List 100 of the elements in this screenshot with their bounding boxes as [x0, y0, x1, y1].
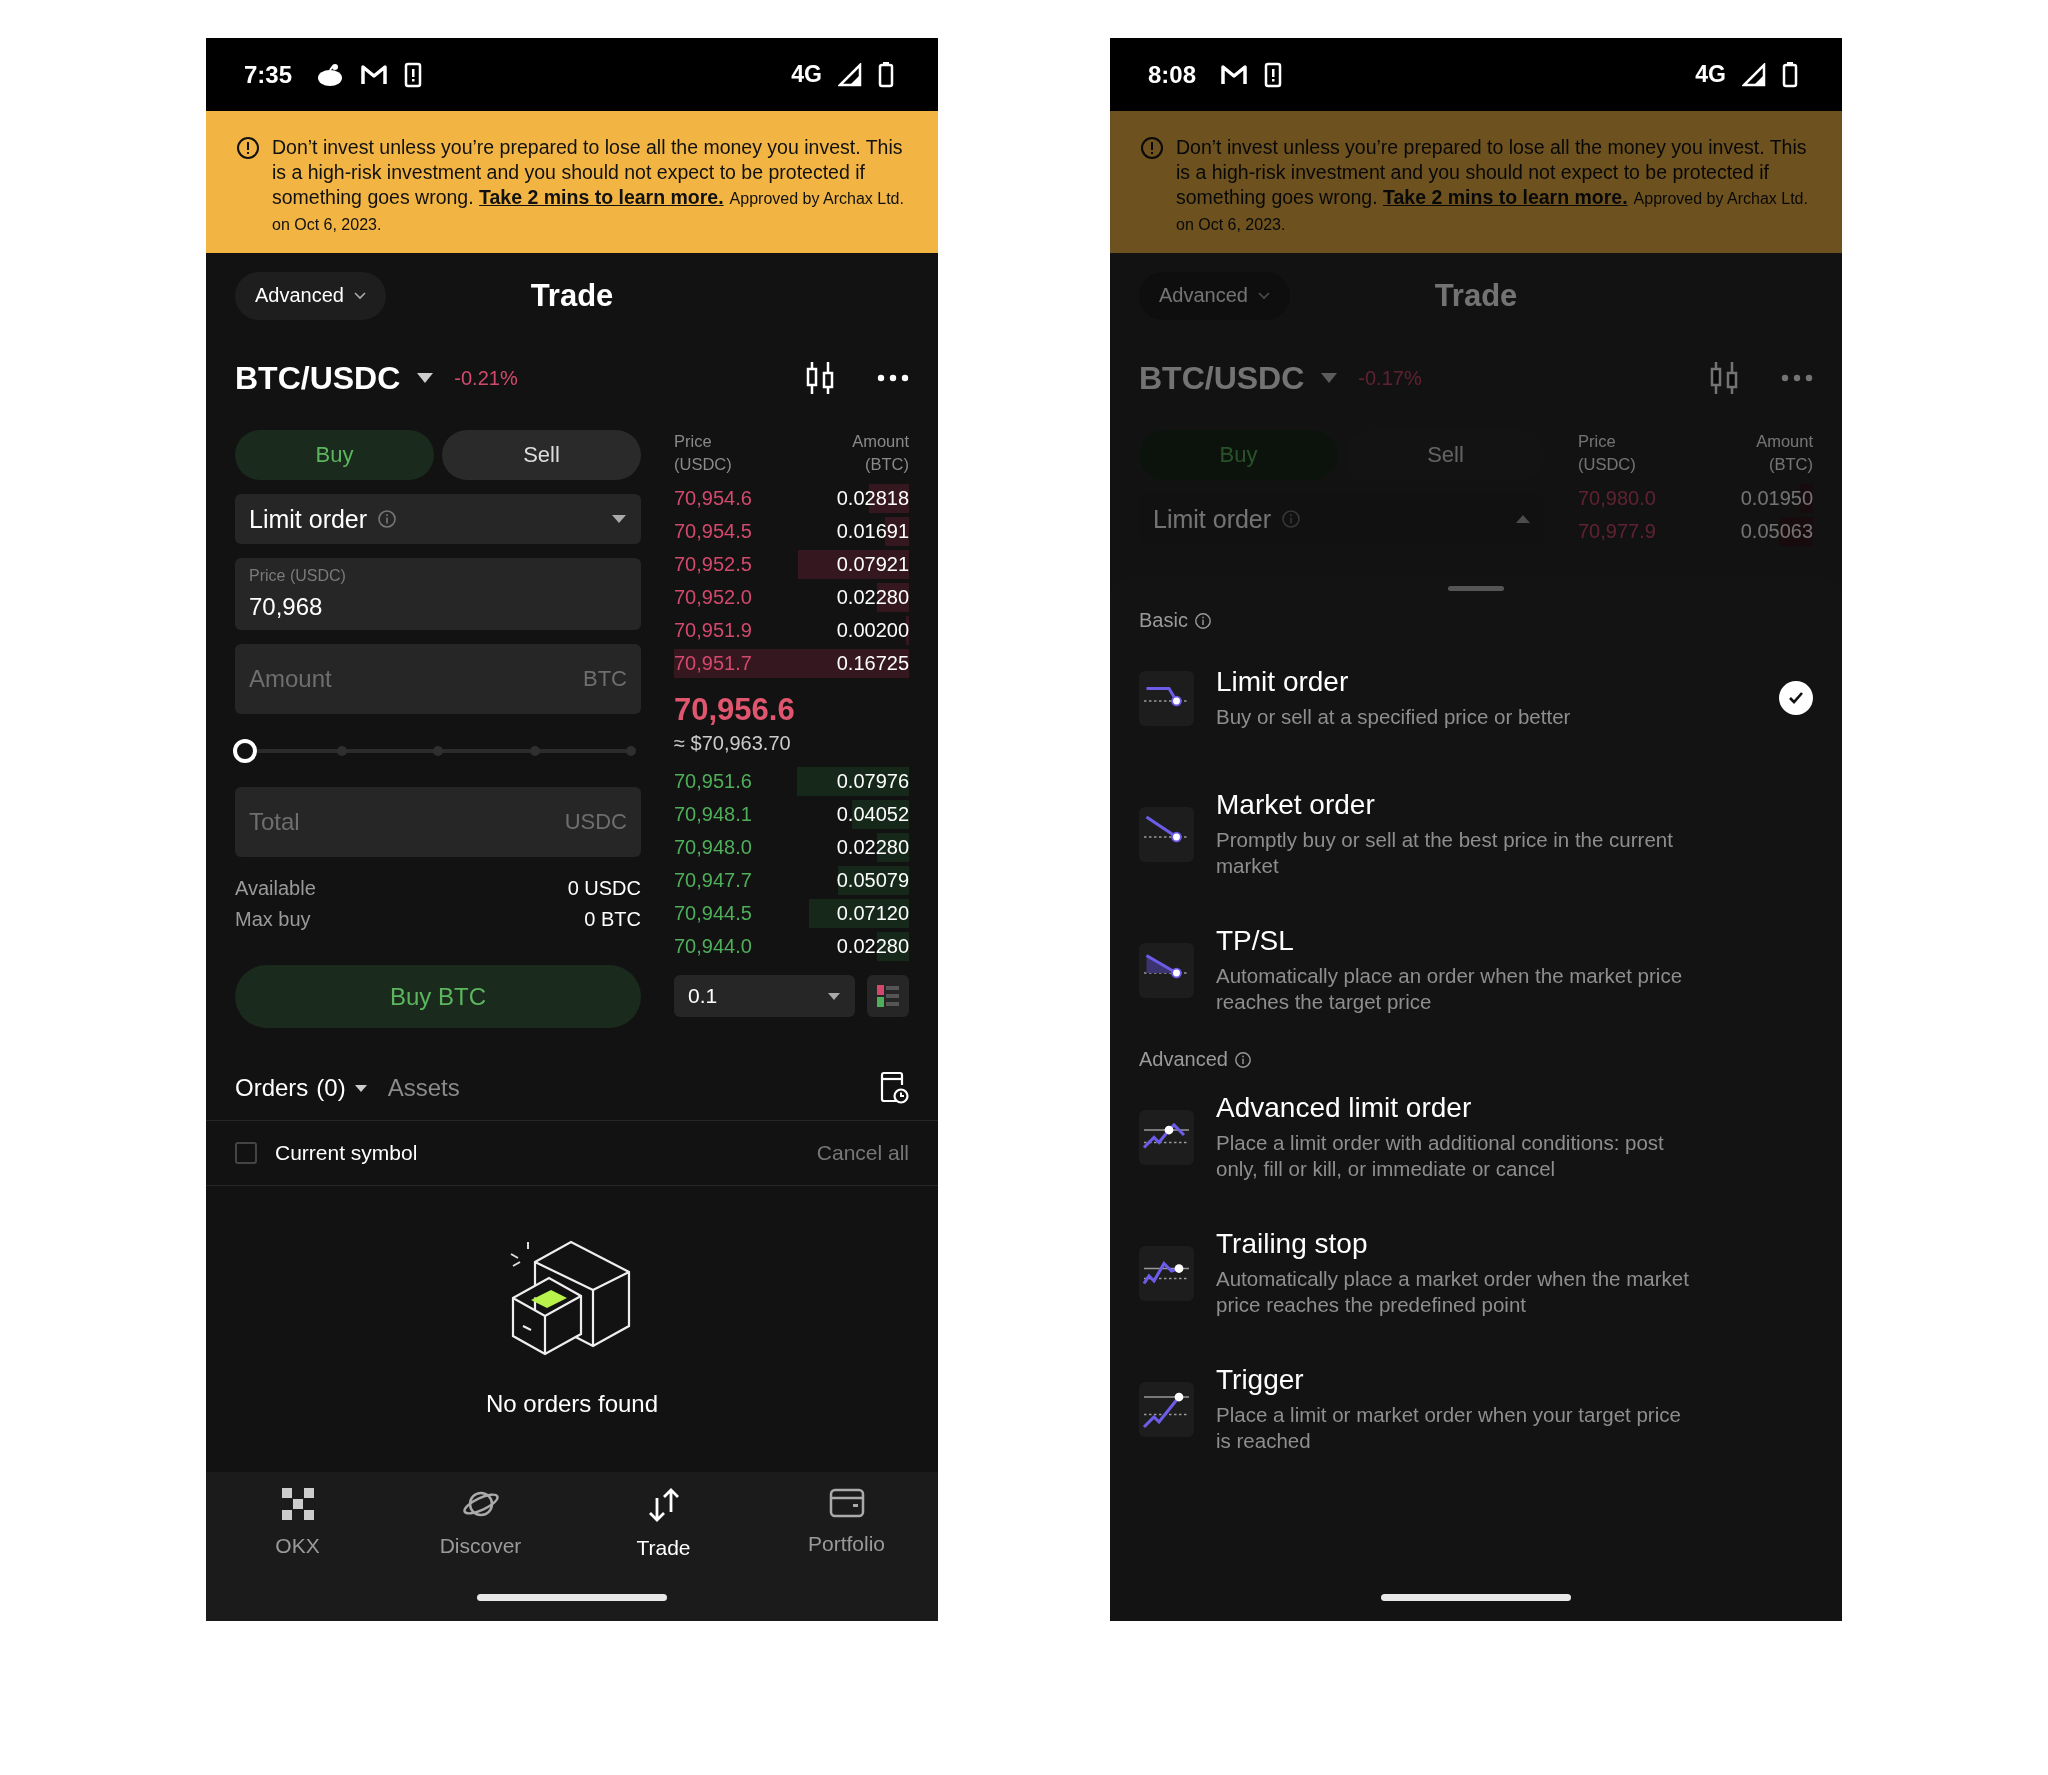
order-type-option[interactable]: Limit order Buy or sell at a specified price or better: [1139, 640, 1813, 756]
unit-label: BTC: [583, 666, 627, 692]
order-book-row[interactable]: 70,954.6 0.02818: [674, 482, 909, 515]
order-book-row[interactable]: 70,954.5 0.01691: [674, 515, 909, 548]
nav-tab[interactable]: Portfolio: [755, 1486, 938, 1560]
caret-icon[interactable]: [416, 372, 435, 384]
order-type-option[interactable]: Trailing stop Automatically place a market order when the market price reaches the predefined point: [1139, 1215, 1813, 1331]
price-change: -0.21%: [454, 366, 518, 390]
risk-warning-text: Don’t invest unless you’re prepared to lose all the money you invest. This is a high-risk investment and you should not expect to be protected if something goes wrong. Take 2 mins to learn more. Approved by Archax Ltd. on Oct 6, 2023.: [272, 135, 905, 235]
option-title: TP/SL: [1216, 925, 1295, 957]
order-book-row[interactable]: 70,947.7 0.05079: [674, 864, 909, 897]
field-label: Price (USDC): [249, 567, 346, 585]
order-book-row[interactable]: 70,948.0 0.02280: [674, 831, 909, 864]
option-title: Market order: [1216, 789, 1376, 821]
book-view-button[interactable]: [867, 975, 909, 1017]
buy-button[interactable]: Buy BTC: [235, 965, 641, 1028]
option-description: Automatically place a market order when the market price reaches the predefined point: [1216, 1266, 1690, 1318]
section-title: Basic: [1139, 609, 1188, 632]
depth-dropdown[interactable]: 0.1: [674, 975, 855, 1017]
checkbox[interactable]: [235, 1142, 257, 1164]
wallet-icon: [827, 1486, 866, 1520]
option-description: Promptly buy or sell at the best price in the current market: [1216, 827, 1674, 879]
phone-alert-icon: [404, 61, 423, 88]
order-book-row[interactable]: 70,952.0 0.02280: [674, 581, 909, 614]
option-title: Trigger: [1216, 1364, 1305, 1396]
order-book-row[interactable]: 70,951.6 0.07976: [674, 765, 909, 798]
mode-dropdown[interactable]: Advanced: [235, 271, 386, 320]
caret-icon: [611, 514, 627, 524]
risk-warning-text: Don’t invest unless you’re prepared to lose all the money you invest. This is a high-risk investment and you should not expect to be protected if something goes wrong. Take 2 mins to learn more. Approved by Archax Ltd. on Oct 6, 2023.: [1176, 135, 1809, 235]
battery-icon: [878, 61, 894, 88]
option-description: Automatically place an order when the market price reaches the target price: [1216, 963, 1684, 1015]
order-book-row[interactable]: 70,951.9 0.00200: [674, 614, 909, 647]
order-type-option[interactable]: TP/SL Automatically place an order when the market price reaches the target price: [1139, 912, 1813, 1028]
caret-icon: [827, 991, 841, 1001]
ask-price: 70,980.0: [1578, 487, 1656, 510]
ask-price: 70,977.9: [1578, 520, 1656, 543]
column-header: Amount (BTC): [852, 431, 909, 475]
mascot-icon: [316, 62, 345, 87]
checkbox-label: Current symbol: [275, 1141, 418, 1165]
order-book-row[interactable]: 70,952.5 0.07921: [674, 548, 909, 581]
balance-label: Max buy: [235, 908, 311, 931]
side-tab[interactable]: Sell: [442, 430, 641, 480]
nav-tab[interactable]: Discover: [389, 1486, 572, 1560]
info-icon: [1233, 1050, 1252, 1069]
bid-price: 70,948.0: [674, 836, 752, 859]
order-type-option[interactable]: Market order Promptly buy or sell at the best price in the current market: [1139, 776, 1813, 892]
unit-label: USDC: [564, 809, 627, 835]
last-price: 70,956.6: [674, 692, 796, 728]
side-tab[interactable]: Buy: [235, 430, 434, 480]
chevron-icon: [1257, 291, 1270, 300]
order-book-row[interactable]: 70,980.0 0.01950: [1578, 482, 1813, 515]
order-type-option[interactable]: Advanced limit order Place a limit order with additional conditions: post only, fill or kill, or immediate or cancel: [1139, 1079, 1813, 1195]
status-time: 8:08: [1148, 60, 1197, 89]
checker-logo-icon: [279, 1486, 316, 1522]
signal-icon: [838, 62, 862, 87]
order-book-row[interactable]: 70,977.9 0.05063: [1578, 515, 1813, 548]
info-icon: [377, 509, 398, 529]
learn-more-link[interactable]: Take 2 mins to learn more.: [479, 186, 724, 208]
signal-icon: [1742, 62, 1766, 87]
order-book-row[interactable]: 70,951.7 0.16725: [674, 647, 909, 680]
bid-amount: 0.04052: [836, 803, 909, 826]
network-type: 4G: [1695, 61, 1726, 88]
ask-amount: 0.01691: [836, 520, 909, 543]
column-header: Price (USDC): [674, 431, 732, 475]
mail-icon: [1220, 63, 1249, 86]
battery-icon: [1782, 61, 1798, 88]
trading-pair[interactable]: BTC/USDC: [235, 359, 401, 397]
option-description: Place a limit or market order when your target price is reached: [1216, 1402, 1682, 1454]
order-history-icon[interactable]: [879, 1071, 909, 1105]
balance-value: 0 BTC: [584, 908, 641, 931]
ask-amount: 0.02818: [836, 487, 909, 510]
orders-tab[interactable]: Orders (0): [235, 1074, 368, 1102]
bid-price: 70,944.0: [674, 935, 752, 958]
orders-tab[interactable]: Assets: [387, 1074, 460, 1102]
order-book-row[interactable]: 70,944.0 0.02280: [674, 930, 909, 963]
order-book-row[interactable]: 70,948.1 0.04052: [674, 798, 909, 831]
chevron-icon: [353, 291, 366, 300]
nav-tab[interactable]: Trade: [572, 1486, 755, 1560]
bid-price: 70,951.6: [674, 770, 752, 793]
ask-amount: 0.05063: [1740, 520, 1813, 543]
sheet-handle[interactable]: [1448, 586, 1504, 591]
warning-icon: [236, 136, 260, 160]
bid-price: 70,947.7: [674, 869, 752, 892]
order-type-option[interactable]: Trigger Place a limit or market order when your target price is reached: [1139, 1351, 1813, 1467]
more-icon[interactable]: [877, 374, 909, 382]
option-title: Advanced limit order: [1216, 1092, 1473, 1124]
order-type-dropdown[interactable]: Limit order: [235, 494, 641, 544]
warning-icon: [1140, 136, 1164, 160]
balance-label: Available: [235, 877, 316, 900]
cancel-all-link[interactable]: Cancel all: [816, 1141, 909, 1165]
bid-price: 70,948.1: [674, 803, 752, 826]
ask-amount: 0.07921: [836, 553, 909, 576]
mode-dropdown[interactable]: Advanced: [1139, 271, 1290, 320]
order-book-row[interactable]: 70,944.5 0.07120: [674, 897, 909, 930]
trading-pair[interactable]: BTC/USDC: [1139, 359, 1305, 397]
nav-tab[interactable]: OKX: [206, 1486, 389, 1560]
candlestick-icon[interactable]: [805, 360, 835, 396]
option-description: Place a limit order with additional conditions: post only, fill or kill, or immediate or cancel: [1216, 1130, 1665, 1182]
bid-amount: 0.07976: [836, 770, 909, 793]
page-title: Trade: [530, 277, 614, 314]
